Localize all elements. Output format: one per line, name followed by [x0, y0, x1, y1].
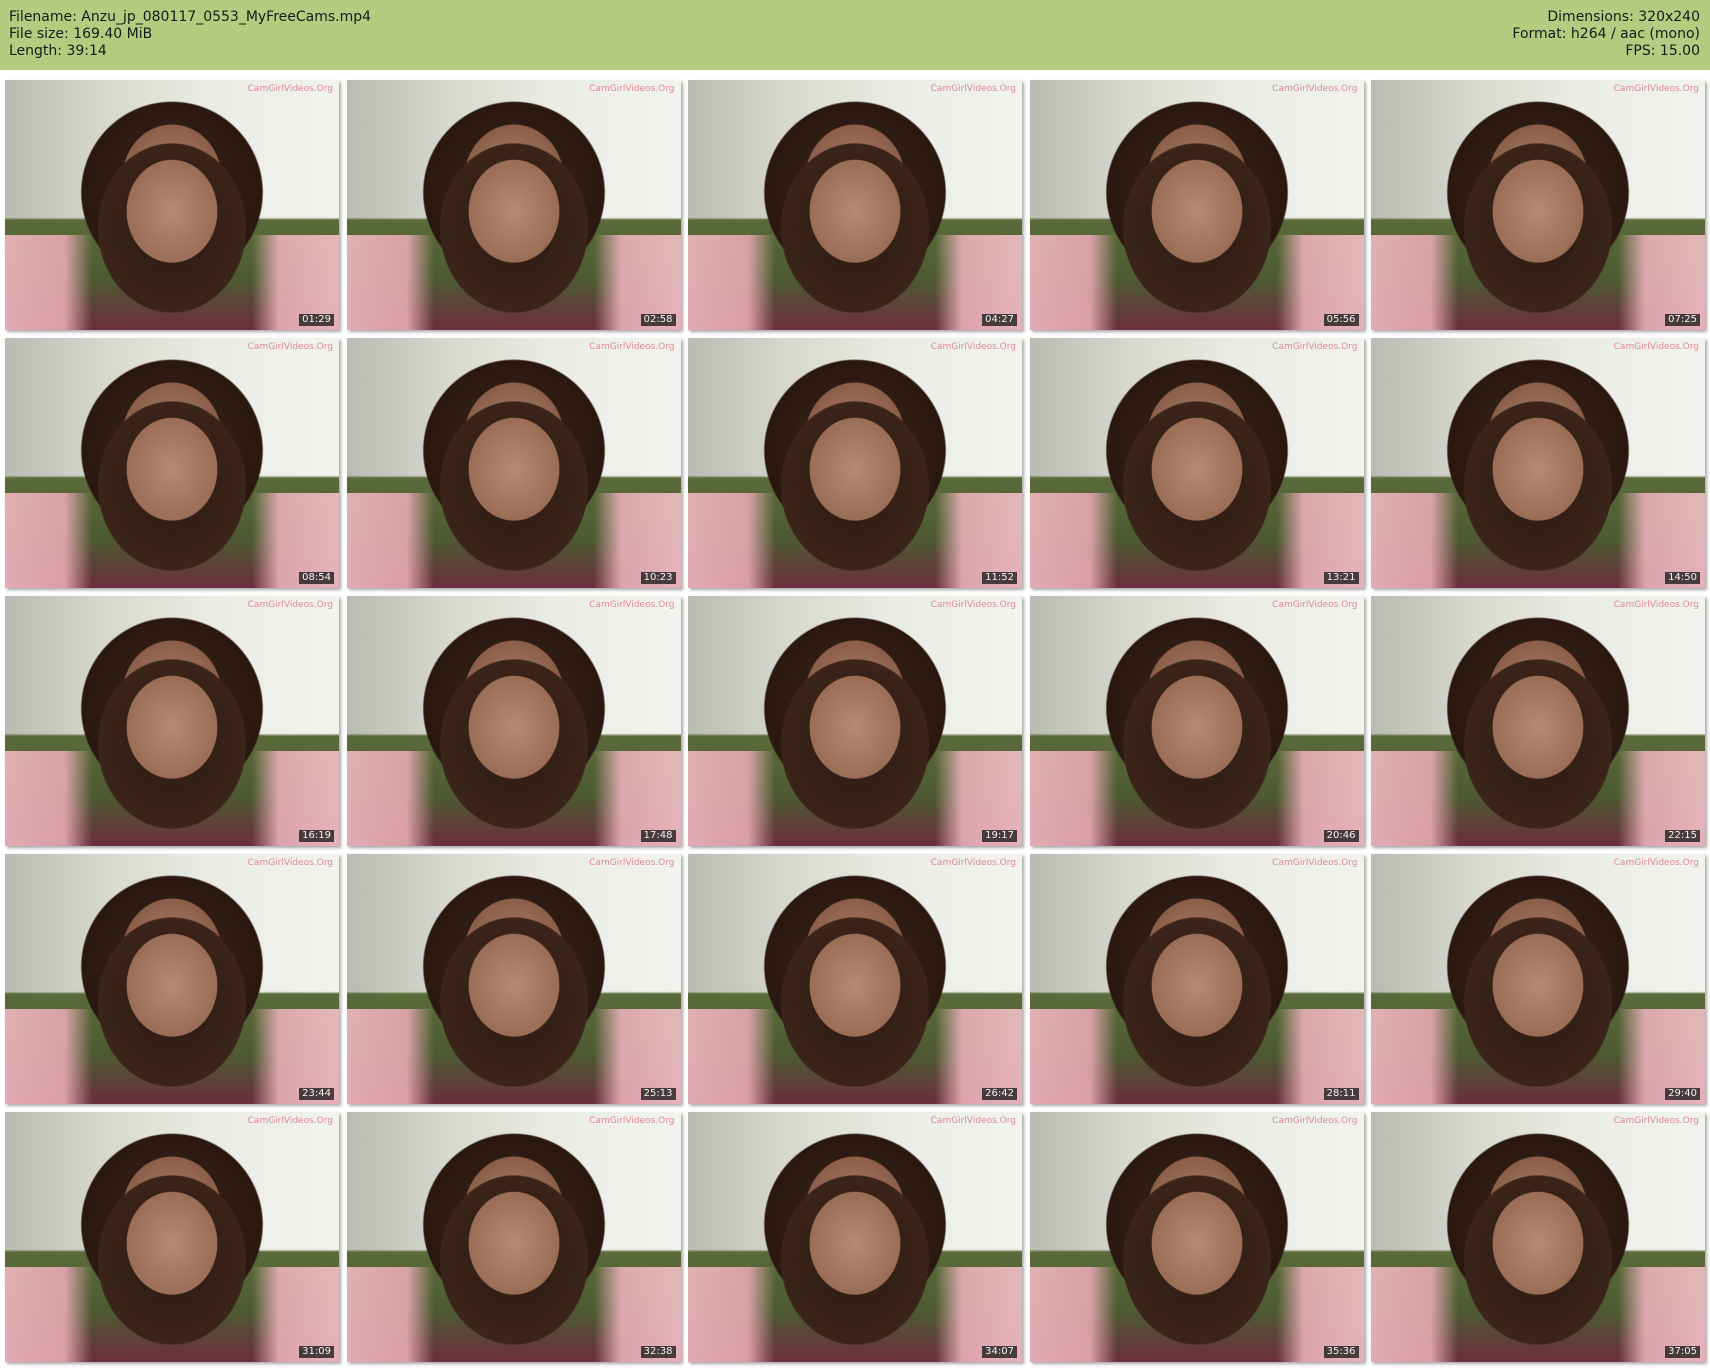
thumbnail: CamGirlVideos.Org 04:27 — [688, 80, 1022, 330]
thumbnail: CamGirlVideos.Org 29:40 — [1371, 854, 1705, 1104]
dimensions-text: Dimensions: 320x240 — [1547, 9, 1700, 25]
timestamp-label: 14:50 — [1665, 572, 1700, 584]
thumbnail: CamGirlVideos.Org 32:38 — [346, 1112, 681, 1362]
watermark: CamGirlVideos.Org — [1613, 858, 1699, 868]
thumbnail: CamGirlVideos.Org 13:21 — [1029, 338, 1364, 588]
timestamp-label: 16:19 — [299, 830, 334, 842]
watermark: CamGirlVideos.Org — [1613, 600, 1699, 610]
timestamp-label: 25:13 — [640, 1088, 676, 1100]
timestamp-label: 19:17 — [982, 830, 1017, 842]
thumbnail: CamGirlVideos.Org 08:54 — [5, 338, 339, 588]
fps-text: FPS: 15.00 — [1625, 43, 1700, 59]
watermark: CamGirlVideos.Org — [1272, 342, 1358, 352]
thumbnail: CamGirlVideos.Org 23:44 — [5, 854, 339, 1104]
watermark: CamGirlVideos.Org — [589, 342, 675, 352]
timestamp-label: 05:56 — [1323, 314, 1359, 326]
thumbnail: CamGirlVideos.Org 28:11 — [1029, 854, 1364, 1104]
watermark: CamGirlVideos.Org — [1272, 600, 1358, 610]
watermark: CamGirlVideos.Org — [930, 858, 1016, 868]
timestamp-label: 28:11 — [1323, 1088, 1359, 1100]
watermark: CamGirlVideos.Org — [589, 84, 675, 94]
timestamp-label: 31:09 — [299, 1346, 334, 1358]
watermark: CamGirlVideos.Org — [1613, 1116, 1699, 1126]
watermark: CamGirlVideos.Org — [930, 1116, 1016, 1126]
timestamp-label: 02:58 — [640, 314, 676, 326]
watermark: CamGirlVideos.Org — [1272, 858, 1358, 868]
thumbnail: CamGirlVideos.Org 02:58 — [346, 80, 681, 330]
timestamp-label: 01:29 — [299, 314, 334, 326]
watermark: CamGirlVideos.Org — [589, 858, 675, 868]
thumbnail: CamGirlVideos.Org 34:07 — [688, 1112, 1022, 1362]
timestamp-label: 20:46 — [1323, 830, 1359, 842]
watermark: CamGirlVideos.Org — [247, 600, 333, 610]
info-header: Filename: Anzu_jp_080117_0553_MyFreeCams… — [0, 0, 1710, 70]
file-info-right: Dimensions: 320x240 Format: h264 / aac (… — [1512, 9, 1700, 60]
thumbnail: CamGirlVideos.Org 11:52 — [688, 338, 1022, 588]
thumbnail: CamGirlVideos.Org 14:50 — [1371, 338, 1705, 588]
timestamp-label: 10:23 — [640, 572, 676, 584]
thumbnail: CamGirlVideos.Org 01:29 — [5, 80, 339, 330]
thumbnail: CamGirlVideos.Org 07:25 — [1371, 80, 1705, 330]
timestamp-label: 11:52 — [982, 572, 1017, 584]
filesize-text: File size: 169.40 MiB — [9, 26, 153, 42]
timestamp-label: 26:42 — [982, 1088, 1017, 1100]
filename-text: Filename: Anzu_jp_080117_0553_MyFreeCams… — [9, 9, 372, 25]
watermark: CamGirlVideos.Org — [1272, 1116, 1358, 1126]
watermark: CamGirlVideos.Org — [930, 84, 1016, 94]
timestamp-label: 17:48 — [640, 830, 676, 842]
watermark: CamGirlVideos.Org — [930, 342, 1016, 352]
thumbnail: CamGirlVideos.Org 05:56 — [1029, 80, 1364, 330]
thumbnail-grid: CamGirlVideos.Org 01:29 CamGirlVideos.Org… — [5, 80, 1705, 1366]
watermark: CamGirlVideos.Org — [247, 1116, 333, 1126]
timestamp-label: 13:21 — [1323, 572, 1359, 584]
thumbnail: CamGirlVideos.Org 10:23 — [346, 338, 681, 588]
timestamp-label: 22:15 — [1665, 830, 1700, 842]
watermark: CamGirlVideos.Org — [247, 342, 333, 352]
watermark: CamGirlVideos.Org — [1613, 84, 1699, 94]
timestamp-label: 29:40 — [1665, 1088, 1700, 1100]
timestamp-label: 07:25 — [1665, 314, 1700, 326]
watermark: CamGirlVideos.Org — [589, 600, 675, 610]
timestamp-label: 04:27 — [982, 314, 1017, 326]
watermark: CamGirlVideos.Org — [247, 84, 333, 94]
timestamp-label: 34:07 — [982, 1346, 1017, 1358]
thumbnail: CamGirlVideos.Org 20:46 — [1029, 596, 1364, 846]
thumbnail: CamGirlVideos.Org 31:09 — [5, 1112, 339, 1362]
timestamp-label: 08:54 — [299, 572, 334, 584]
thumbnail: CamGirlVideos.Org 16:19 — [5, 596, 339, 846]
timestamp-label: 35:36 — [1323, 1346, 1359, 1358]
watermark: CamGirlVideos.Org — [247, 858, 333, 868]
watermark: CamGirlVideos.Org — [1613, 342, 1699, 352]
timestamp-label: 23:44 — [299, 1088, 334, 1100]
watermark: CamGirlVideos.Org — [1272, 84, 1358, 94]
thumbnail: CamGirlVideos.Org 17:48 — [346, 596, 681, 846]
thumbnail: CamGirlVideos.Org 22:15 — [1371, 596, 1705, 846]
watermark: CamGirlVideos.Org — [589, 1116, 675, 1126]
thumbnail: CamGirlVideos.Org 25:13 — [346, 854, 681, 1104]
timestamp-label: 32:38 — [640, 1346, 676, 1358]
format-text: Format: h264 / aac (mono) — [1512, 26, 1700, 42]
thumbnail: CamGirlVideos.Org 19:17 — [688, 596, 1022, 846]
length-text: Length: 39:14 — [9, 43, 107, 59]
watermark: CamGirlVideos.Org — [930, 600, 1016, 610]
thumbnail: CamGirlVideos.Org 26:42 — [688, 854, 1022, 1104]
thumbnail: CamGirlVideos.Org 37:05 — [1371, 1112, 1705, 1362]
file-info-left: Filename: Anzu_jp_080117_0553_MyFreeCams… — [9, 9, 371, 60]
timestamp-label: 37:05 — [1665, 1346, 1700, 1358]
thumbnail: CamGirlVideos.Org 35:36 — [1029, 1112, 1364, 1362]
